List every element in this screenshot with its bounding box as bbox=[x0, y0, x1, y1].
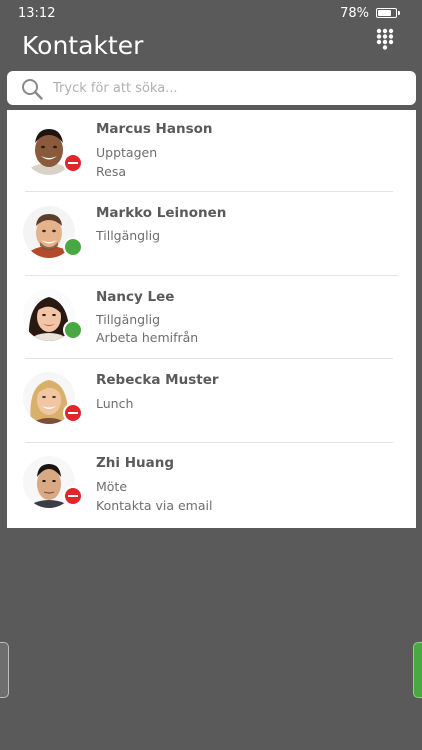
contact-status: Tillgänglig bbox=[96, 312, 161, 327]
search-input[interactable] bbox=[53, 71, 403, 105]
busy-status-icon bbox=[63, 153, 83, 173]
status-time: 13:12 bbox=[18, 6, 56, 21]
busy-status-icon bbox=[63, 486, 83, 506]
contact-name: Marcus Hanson bbox=[96, 121, 213, 137]
battery-icon bbox=[376, 8, 397, 18]
contact-row-marcus-hanson[interactable]: Marcus Hanson Upptagen Resa bbox=[7, 110, 416, 192]
dialpad-icon bbox=[376, 28, 394, 50]
contact-status: Lunch bbox=[96, 396, 134, 411]
available-status-icon bbox=[63, 320, 83, 340]
contact-note: Resa bbox=[96, 164, 126, 179]
dialpad-button[interactable] bbox=[376, 28, 394, 50]
available-status-icon bbox=[63, 237, 83, 257]
contact-row-zhi-huang[interactable]: Zhi Huang Möte Kontakta via email bbox=[7, 443, 416, 528]
search-icon bbox=[22, 79, 43, 100]
contact-name: Rebecka Muster bbox=[96, 372, 219, 388]
contact-row-rebecka-muster[interactable]: Rebecka Muster Lunch bbox=[7, 359, 416, 443]
contact-name: Nancy Lee bbox=[96, 289, 175, 305]
busy-status-icon bbox=[63, 403, 83, 423]
battery-nub bbox=[398, 11, 400, 15]
page-title: Kontakter bbox=[22, 31, 144, 60]
contact-status: Möte bbox=[96, 479, 128, 494]
contact-list: Marcus Hanson Upptagen Resa Markko Leino… bbox=[7, 110, 416, 528]
contact-row-nancy-lee[interactable]: Nancy Lee Tillgänglig Arbeta hemifrån bbox=[7, 276, 416, 359]
contact-status: Upptagen bbox=[96, 145, 158, 160]
battery-percent: 78% bbox=[340, 6, 369, 21]
right-edge-handle[interactable] bbox=[413, 642, 422, 698]
contact-note: Arbeta hemifrån bbox=[96, 330, 199, 345]
left-edge-handle[interactable] bbox=[0, 642, 9, 698]
contact-note: Kontakta via email bbox=[96, 498, 213, 513]
contact-name: Markko Leinonen bbox=[96, 205, 227, 221]
search-bar[interactable] bbox=[7, 71, 416, 105]
status-bar: 13:12 78% bbox=[0, 0, 422, 26]
contact-row-markko-leinonen[interactable]: Markko Leinonen Tillgänglig bbox=[7, 192, 416, 276]
battery-fill bbox=[378, 10, 391, 16]
contact-name: Zhi Huang bbox=[96, 455, 175, 471]
contact-status: Tillgänglig bbox=[96, 228, 161, 243]
